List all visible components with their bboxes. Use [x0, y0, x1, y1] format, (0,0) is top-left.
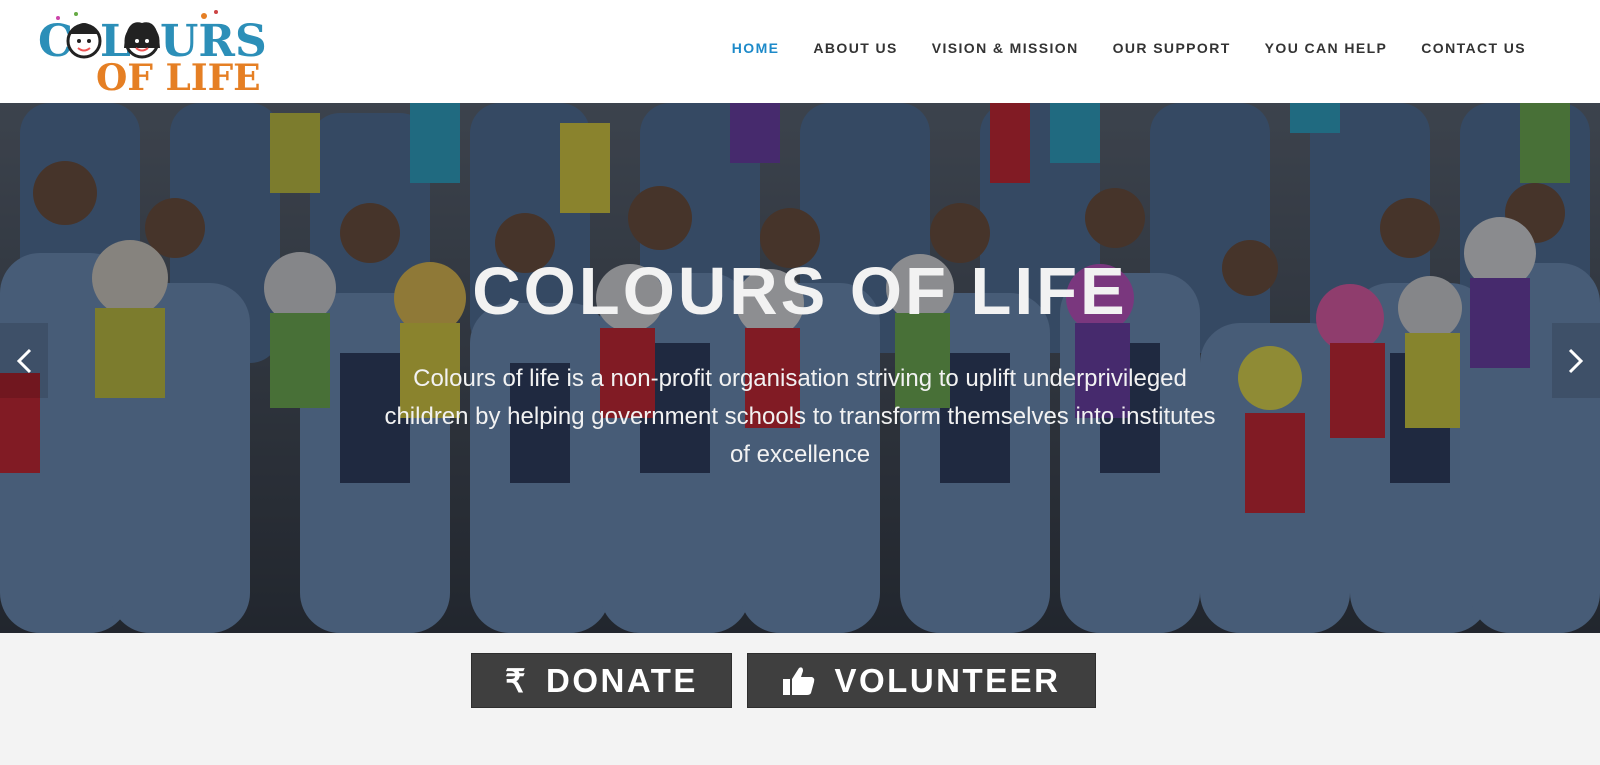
donate-button[interactable]: ₹ DONATE — [471, 653, 732, 708]
nav-about-us[interactable]: ABOUT US — [813, 40, 897, 56]
hero-description: Colours of life is a non-profit organisa… — [384, 365, 1216, 468]
hero-title: COLOURS OF LIFE — [472, 254, 1128, 329]
logo-text-of-life: OF LIFE — [96, 57, 261, 94]
carousel-prev-button[interactable] — [0, 323, 48, 398]
volunteer-button[interactable]: VOLUNTEER — [747, 653, 1096, 708]
site-logo[interactable]: C L URS OF LIFE — [36, 8, 272, 94]
nav-our-support[interactable]: OUR SUPPORT — [1113, 40, 1231, 56]
carousel-next-button[interactable] — [1552, 323, 1600, 398]
donate-label: DONATE — [545, 661, 698, 699]
rupee-icon: ₹ — [505, 662, 528, 699]
chevron-left-icon — [16, 348, 32, 373]
volunteer-label: VOLUNTEER — [834, 661, 1061, 699]
nav-vision-mission[interactable]: VISION & MISSION — [932, 40, 1079, 56]
nav-contact-us[interactable]: CONTACT US — [1421, 40, 1526, 56]
chevron-right-icon — [1568, 348, 1584, 373]
site-header: C L URS OF LIFE HOME ABOUT US VISION & M… — [0, 0, 1600, 103]
cta-bar: ₹ DONATE VOLUNTEER — [0, 633, 1600, 765]
thumbs-up-icon — [782, 665, 816, 697]
nav-you-can-help[interactable]: YOU CAN HELP — [1265, 40, 1388, 56]
nav-home[interactable]: HOME — [732, 40, 780, 56]
main-nav: HOME ABOUT US VISION & MISSION OUR SUPPO… — [698, 40, 1526, 56]
hero-carousel: COLOURS OF LIFE Colours of life is a non… — [0, 103, 1600, 633]
